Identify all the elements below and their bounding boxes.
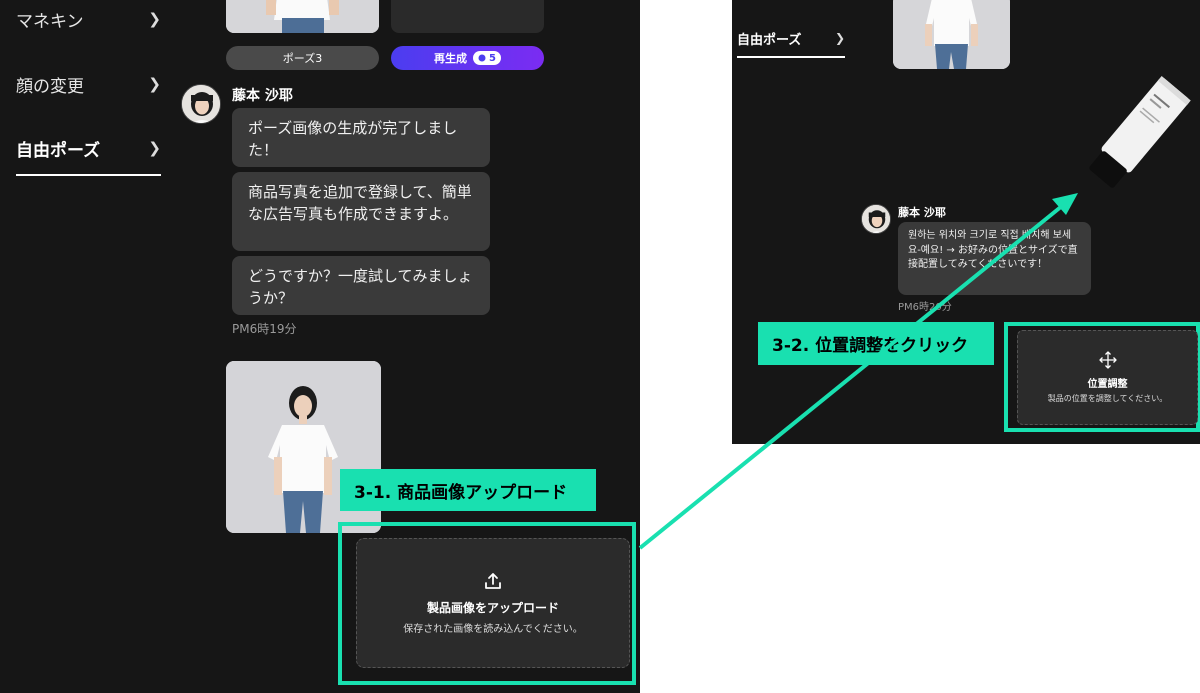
product-tube-image[interactable] [1072, 70, 1200, 200]
sidebar-item-label: マネキン [16, 11, 84, 32]
sender-name: 藤本 沙耶 [898, 206, 946, 219]
chat-bubble: 원하는 위치와 크기로 직접 배치해 보세요-예요! → お好みの位置とサイズで… [898, 222, 1091, 295]
model-photo[interactable] [893, 0, 1010, 69]
avatar-face-icon [182, 85, 220, 123]
position-adjust-button[interactable]: 位置調整 製品の位置を調整してください。 [1017, 330, 1198, 425]
chat-bubble: ポーズ画像の生成が完了しました！ [232, 108, 490, 167]
pose-image-thumbnail[interactable] [226, 0, 379, 33]
avatar-face-icon [862, 205, 890, 233]
left-panel: マネキン ❯ 顔の変更 ❯ 自由ポーズ ❯ ポーズ3 再生成 5 藤本 沙耶 ポ… [0, 0, 640, 693]
right-panel: 自由ポーズ ❯ 藤本 沙耶 원하는 위치와 크기로 직접 배치해 보세요-예요!… [732, 0, 1200, 444]
sidebar-item-label: 顔の変更 [16, 76, 84, 97]
chevron-right-icon: ❯ [834, 31, 845, 45]
chat-bubble: 商品写真を追加で登録して、簡単な広告写真も作成できますよ。 [232, 172, 490, 251]
message-timestamp: PM6時19分 [232, 322, 297, 336]
message-timestamp: PM6時20分 [898, 302, 952, 313]
sidebar-item-free-pose[interactable]: 自由ポーズ ❯ [16, 133, 161, 163]
active-tab-underline [16, 174, 161, 176]
chevron-right-icon: ❯ [148, 10, 161, 28]
model-photo-icon [893, 0, 1010, 69]
product-upload-dropzone[interactable]: 製品画像をアップロード 保存された画像を読み込んでください。 [356, 538, 630, 668]
move-icon [1098, 351, 1117, 369]
upload-title: 製品画像をアップロード [426, 601, 559, 615]
avatar [181, 84, 221, 124]
active-tab-underline [737, 56, 845, 58]
sidebar-item-face-change[interactable]: 顔の変更 ❯ [16, 69, 161, 99]
coin-icon [478, 54, 486, 62]
upload-subtitle: 保存された画像を読み込んでください。 [403, 624, 583, 635]
avatar [861, 204, 891, 234]
credit-badge: 5 [473, 51, 501, 65]
chevron-right-icon: ❯ [148, 75, 161, 93]
adjust-title: 位置調整 [1087, 379, 1128, 390]
upload-icon [485, 573, 501, 589]
sidebar-item-label: 自由ポーズ [737, 32, 802, 48]
sidebar-item-mannequin[interactable]: マネキン ❯ [16, 4, 161, 34]
pose-image-placeholder [391, 0, 544, 33]
chat-bubble: どうですか？一度試してみましょうか？ [232, 256, 490, 315]
step-label-upload: 3-1. 商品画像アップロード [340, 469, 596, 511]
step-label-adjust: 3-2. 位置調整をクリック [758, 322, 994, 365]
sidebar-item-label: 自由ポーズ [16, 140, 101, 161]
model-photo-icon [226, 0, 379, 33]
adjust-subtitle: 製品の位置を調整してください。 [1047, 394, 1168, 403]
regenerate-button[interactable]: 再生成 5 [391, 46, 544, 70]
sidebar-item-free-pose[interactable]: 自由ポーズ ❯ [737, 23, 845, 53]
sender-name: 藤本 沙耶 [232, 88, 293, 104]
chevron-right-icon: ❯ [148, 139, 161, 157]
pose-3-button[interactable]: ポーズ3 [226, 46, 379, 70]
